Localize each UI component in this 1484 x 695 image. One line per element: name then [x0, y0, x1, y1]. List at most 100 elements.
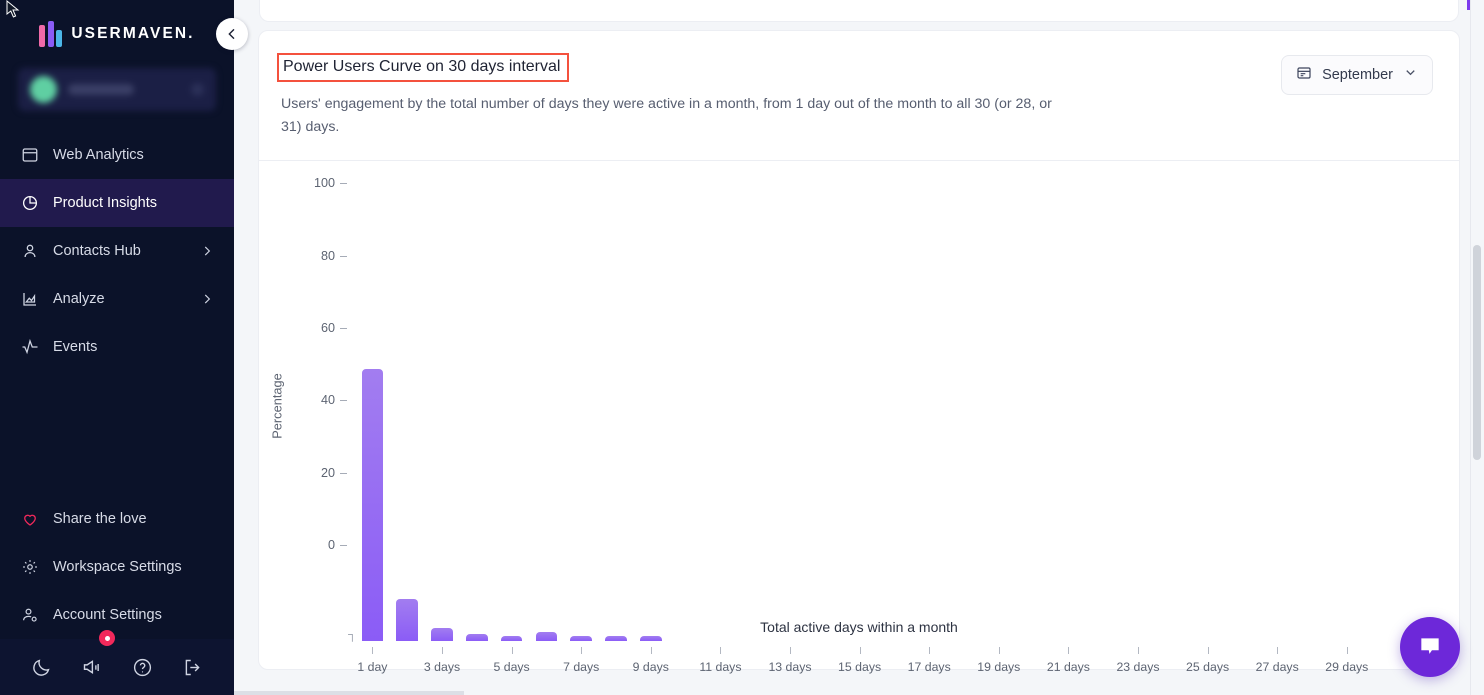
megaphone-icon[interactable] — [81, 657, 102, 678]
x-axis-tick — [1068, 647, 1069, 654]
sidebar-item-label: Web Analytics — [53, 147, 144, 163]
month-selector[interactable]: September — [1281, 55, 1433, 95]
gear-icon — [20, 558, 39, 577]
secondary-nav: Share the love Workspace Settings — [0, 495, 234, 639]
chart-title: Power Users Curve on 30 days interval — [277, 53, 569, 82]
sidebar-item-label: Contacts Hub — [53, 243, 141, 259]
x-axis-tick — [929, 647, 930, 654]
workspace-avatar — [30, 76, 57, 103]
x-axis-tick-label: 1 day — [357, 660, 387, 674]
sidebar-item-web-analytics[interactable]: Web Analytics — [0, 131, 234, 179]
sidebar: USERMAVEN. Web Analytics — [0, 0, 234, 695]
main-content: Power Users Curve on 30 days interval Us… — [234, 0, 1484, 695]
sidebar-collapse-button[interactable] — [216, 18, 248, 50]
y-axis-tick-label: 40– — [321, 393, 347, 407]
x-axis-tick-label: 9 days — [633, 660, 669, 674]
horizontal-scrollbar-track[interactable] — [234, 691, 1470, 695]
sidebar-item-label: Events — [53, 339, 97, 355]
chart-bar[interactable] — [362, 369, 384, 642]
sidebar-item-account-settings[interactable]: Account Settings — [0, 591, 234, 639]
page-scrollbar-track[interactable] — [1470, 0, 1484, 695]
brand-name: USERMAVEN. — [71, 25, 194, 43]
y-axis-tick-label: 80– — [321, 249, 347, 263]
area-chart-icon — [20, 290, 39, 309]
workspace-name — [68, 84, 134, 95]
user-icon — [20, 242, 39, 261]
x-axis-tick — [651, 647, 652, 654]
y-axis-tick-label: 60– — [321, 321, 347, 335]
x-axis-tick — [720, 647, 721, 654]
x-axis-tick-label: 21 days — [1047, 660, 1090, 674]
chart-bar[interactable] — [570, 636, 592, 641]
x-axis-title: Total active days within a month — [259, 619, 1459, 635]
x-axis-tick — [581, 647, 582, 654]
previous-card-stub — [259, 0, 1459, 22]
x-axis-tick-label: 11 days — [699, 660, 741, 674]
x-axis-tick — [1347, 647, 1348, 654]
user-cog-icon — [20, 606, 39, 625]
pie-chart-icon — [20, 194, 39, 213]
sidebar-item-events[interactable]: Events — [0, 323, 234, 371]
help-circle-icon[interactable] — [132, 657, 153, 678]
chart-description: Users' engagement by the total number of… — [277, 93, 1057, 138]
moon-icon[interactable] — [31, 657, 52, 678]
sidebar-item-label: Workspace Settings — [53, 559, 182, 575]
activity-icon — [20, 338, 39, 357]
logout-icon[interactable] — [182, 657, 203, 678]
accent-edge — [1467, 0, 1470, 10]
chart-bar[interactable] — [605, 636, 627, 641]
x-axis-tick — [442, 647, 443, 654]
x-axis-tick-label: 13 days — [768, 660, 811, 674]
mouse-cursor — [6, 0, 22, 22]
chevron-down-icon — [1403, 65, 1418, 85]
horizontal-scrollbar-thumb[interactable] — [234, 691, 464, 695]
chevron-right-icon[interactable] — [200, 292, 214, 306]
x-axis-tick-label: 17 days — [908, 660, 951, 674]
chart-canvas: Percentage 0–20–40–60–80–100– 1 day3 day… — [259, 161, 1459, 641]
app-root: USERMAVEN. Web Analytics — [0, 0, 1484, 695]
chat-widget-button[interactable] — [1400, 617, 1460, 677]
chevron-right-icon[interactable] — [200, 244, 214, 258]
month-selector-value: September — [1322, 67, 1393, 83]
bars-group: 1 day3 days5 days7 days9 days11 days13 d… — [355, 257, 1399, 641]
sidebar-item-workspace-settings[interactable]: Workspace Settings — [0, 543, 234, 591]
window-icon — [20, 146, 39, 165]
x-axis-tick — [860, 647, 861, 654]
sidebar-item-label: Product Insights — [53, 195, 157, 211]
sidebar-item-label: Share the love — [53, 511, 147, 527]
sidebar-footer — [0, 639, 234, 695]
x-axis-tick-label: 27 days — [1256, 660, 1299, 674]
page-scrollbar-thumb[interactable] — [1473, 245, 1481, 460]
x-axis-tick — [790, 647, 791, 654]
sidebar-item-share-the-love[interactable]: Share the love — [0, 495, 234, 543]
x-axis-tick — [512, 647, 513, 654]
chart-bar[interactable] — [640, 636, 662, 641]
plot-area: 1 day3 days5 days7 days9 days11 days13 d… — [355, 161, 1399, 641]
x-axis-tick-label: 19 days — [977, 660, 1020, 674]
x-axis-tick-label: 7 days — [563, 660, 599, 674]
sidebar-item-analyze[interactable]: Analyze — [0, 275, 234, 323]
calendar-icon — [1296, 65, 1312, 86]
sidebar-item-product-insights[interactable]: Product Insights — [0, 179, 234, 227]
power-users-curve-card: Power Users Curve on 30 days interval Us… — [258, 30, 1460, 670]
x-axis-tick — [1138, 647, 1139, 654]
brand-logo[interactable]: USERMAVEN. — [0, 0, 234, 62]
chat-bubble-icon — [1417, 634, 1443, 660]
primary-nav: Web Analytics Product Insights Contacts … — [0, 131, 234, 371]
chart-bar[interactable] — [501, 636, 523, 641]
x-axis-tick-label: 25 days — [1186, 660, 1229, 674]
x-axis-tick-label: 5 days — [493, 660, 529, 674]
card-header: Power Users Curve on 30 days interval Us… — [259, 31, 1459, 138]
usermaven-logo-icon — [39, 21, 62, 47]
x-axis-tick — [372, 647, 373, 654]
x-axis-tick-label: 15 days — [838, 660, 881, 674]
notification-badge — [99, 630, 115, 646]
y-axis-tick-label: 20– — [321, 466, 347, 480]
x-axis-tick-label: 3 days — [424, 660, 460, 674]
sidebar-item-contacts-hub[interactable]: Contacts Hub — [0, 227, 234, 275]
x-axis-tick — [1208, 647, 1209, 654]
chevron-left-icon — [224, 26, 240, 42]
workspace-selector[interactable] — [18, 68, 216, 111]
sidebar-item-label: Account Settings — [53, 607, 162, 623]
x-axis-tick-label: 23 days — [1116, 660, 1159, 674]
